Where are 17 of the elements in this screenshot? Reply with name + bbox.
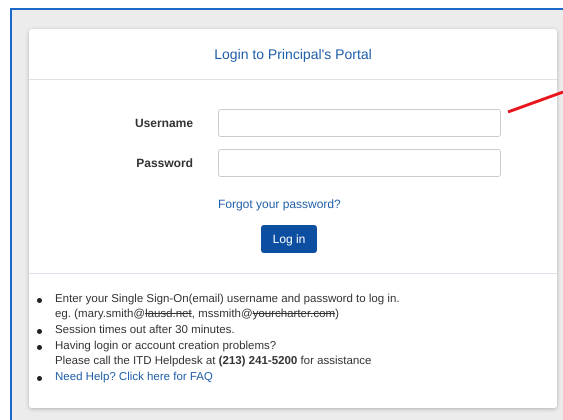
input-field[interactable] [218,109,501,137]
bullet-icon [37,298,42,303]
bullet-icon [37,376,42,381]
help-text: eg. (mary.smith@lausd.net, mssmith@yourcharter.com) [55,307,340,322]
help-text: Having login or account creation problems? [55,339,278,354]
help-text: Please call the ITD Helpdesk at (213) 241-5200 for assistance [55,354,372,369]
bullet-icon [37,329,42,334]
field-label: Username [134,116,193,130]
bullet-icon [37,345,42,350]
input-field[interactable] [218,149,501,177]
field-label: Password [135,156,193,170]
help-text: Session times out after 30 minutes. [55,323,235,338]
login-title: Login to Principal's Portal [214,46,372,62]
forgot-password-link[interactable]: Forgot your password? [218,197,341,211]
help-text: Enter your Single Sign-On(email) username and password to log in. [55,292,400,307]
login-button[interactable]: Log in [260,225,318,253]
faq-link[interactable]: Need Help? Click here for FAQ [55,370,213,385]
